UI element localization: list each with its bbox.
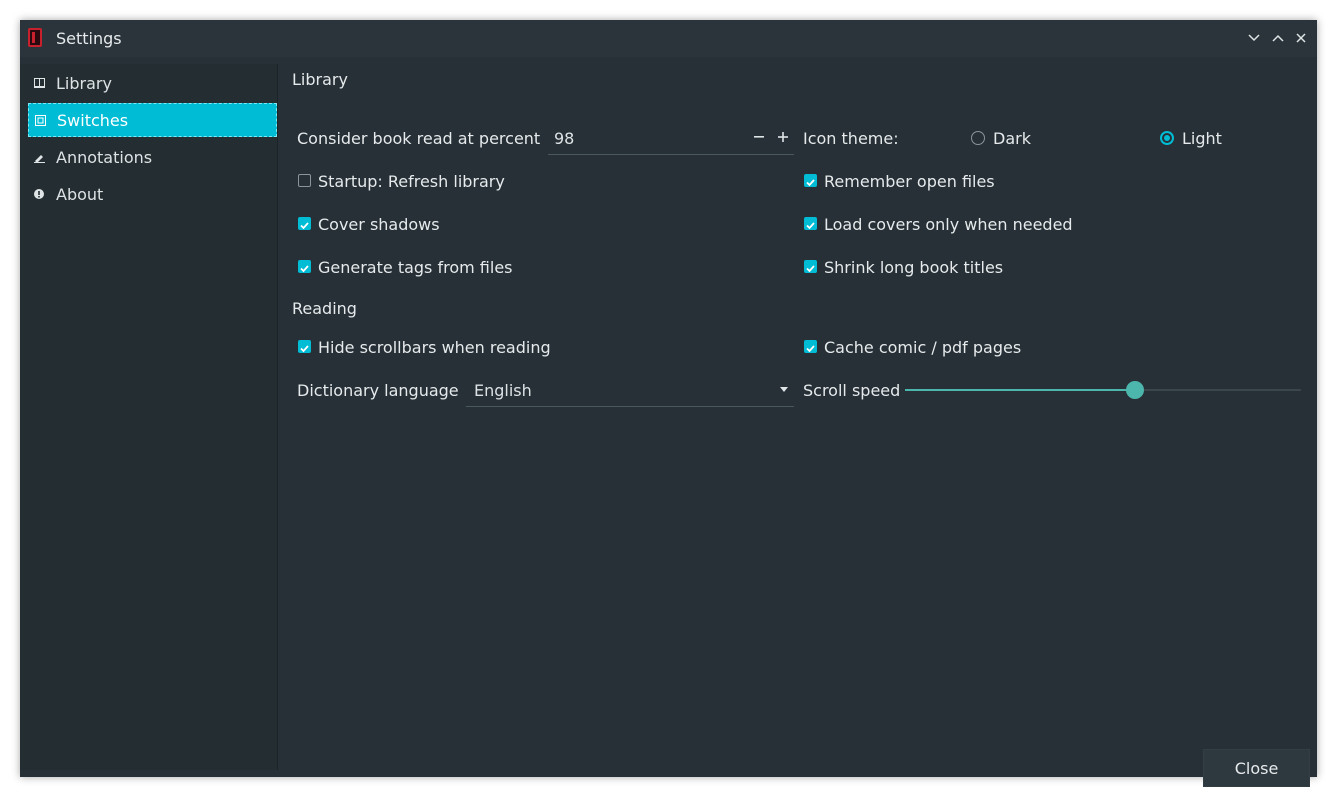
checkmark-icon bbox=[300, 265, 309, 273]
shrink-titles-checkbox[interactable] bbox=[804, 260, 817, 273]
sidebar-item-label: Library bbox=[56, 73, 112, 93]
window-title: Settings bbox=[56, 29, 122, 48]
chevron-up-icon bbox=[1272, 34, 1284, 42]
scroll-speed-label: Scroll speed bbox=[803, 381, 901, 400]
read-percent-value: 98 bbox=[554, 129, 575, 148]
minus-icon bbox=[754, 136, 764, 138]
sidebar-item-about[interactable]: About bbox=[28, 177, 277, 211]
decrement-button[interactable] bbox=[752, 129, 766, 145]
theme-light-label: Light bbox=[1182, 129, 1222, 148]
remember-open-checkbox[interactable] bbox=[804, 174, 817, 187]
checkmark-icon bbox=[300, 222, 309, 230]
theme-dark-radio[interactable] bbox=[971, 131, 985, 145]
minimize-button[interactable] bbox=[1244, 28, 1264, 48]
theme-light-radio[interactable] bbox=[1160, 131, 1174, 145]
slider-handle[interactable] bbox=[1125, 381, 1144, 399]
generate-tags-checkbox[interactable] bbox=[298, 260, 311, 273]
dictionary-language-select[interactable]: English bbox=[466, 375, 794, 407]
sidebar: Library Switches Annotations About bbox=[20, 64, 278, 770]
cover-shadows-checkbox[interactable] bbox=[298, 217, 311, 230]
read-percent-spinbox[interactable]: 98 bbox=[548, 123, 794, 155]
chevron-down-icon bbox=[1248, 34, 1260, 42]
pen-icon bbox=[33, 151, 45, 163]
cache-pages-checkbox[interactable] bbox=[804, 340, 817, 353]
title-bar: Settings bbox=[20, 20, 1317, 57]
hide-scrollbars-label: Hide scrollbars when reading bbox=[318, 338, 551, 357]
checkmark-icon bbox=[806, 222, 815, 230]
maximize-button[interactable] bbox=[1268, 28, 1288, 48]
dictionary-language-label: Dictionary language bbox=[297, 381, 459, 400]
switches-icon bbox=[34, 114, 46, 126]
scroll-speed-slider[interactable] bbox=[905, 380, 1301, 400]
checkmark-icon bbox=[806, 179, 815, 187]
close-button[interactable]: Close bbox=[1203, 749, 1310, 787]
reading-section-heading: Reading bbox=[292, 299, 357, 318]
load-covers-checkbox[interactable] bbox=[804, 217, 817, 230]
switches-panel: Library Consider book read at percent 98… bbox=[278, 57, 1317, 787]
dropdown-arrow-icon bbox=[780, 387, 788, 392]
sidebar-item-label: About bbox=[56, 184, 104, 204]
read-percent-label: Consider book read at percent bbox=[297, 129, 541, 148]
close-icon bbox=[1296, 33, 1306, 43]
icon-theme-label: Icon theme: bbox=[803, 129, 899, 148]
shrink-titles-label: Shrink long book titles bbox=[824, 258, 1004, 277]
theme-dark-label: Dark bbox=[993, 129, 1031, 148]
book-icon bbox=[33, 77, 45, 89]
remember-open-label: Remember open files bbox=[824, 172, 995, 191]
slider-fill bbox=[905, 389, 1135, 391]
load-covers-label: Load covers only when needed bbox=[824, 215, 1073, 234]
sidebar-item-library[interactable]: Library bbox=[28, 66, 277, 100]
checkmark-icon bbox=[806, 345, 815, 353]
generate-tags-label: Generate tags from files bbox=[318, 258, 513, 277]
sidebar-item-annotations[interactable]: Annotations bbox=[28, 140, 277, 174]
info-icon bbox=[33, 188, 45, 200]
close-window-button[interactable] bbox=[1291, 28, 1311, 48]
settings-window: Settings Library Switches Annotations Ab… bbox=[20, 20, 1317, 787]
hide-scrollbars-checkbox[interactable] bbox=[298, 340, 311, 353]
library-section-heading: Library bbox=[292, 70, 348, 89]
startup-refresh-checkbox[interactable] bbox=[298, 174, 311, 187]
cache-pages-label: Cache comic / pdf pages bbox=[824, 338, 1022, 357]
dictionary-language-value: English bbox=[474, 381, 532, 400]
sidebar-item-label: Switches bbox=[57, 110, 129, 130]
checkmark-icon bbox=[300, 345, 309, 353]
increment-button[interactable] bbox=[776, 129, 790, 145]
sidebar-item-switches[interactable]: Switches bbox=[28, 103, 277, 137]
app-book-icon bbox=[28, 28, 42, 47]
checkmark-icon bbox=[806, 265, 815, 273]
cover-shadows-label: Cover shadows bbox=[318, 215, 440, 234]
sidebar-item-label: Annotations bbox=[56, 147, 153, 167]
startup-refresh-label: Startup: Refresh library bbox=[318, 172, 505, 191]
plus-icon bbox=[778, 132, 788, 142]
